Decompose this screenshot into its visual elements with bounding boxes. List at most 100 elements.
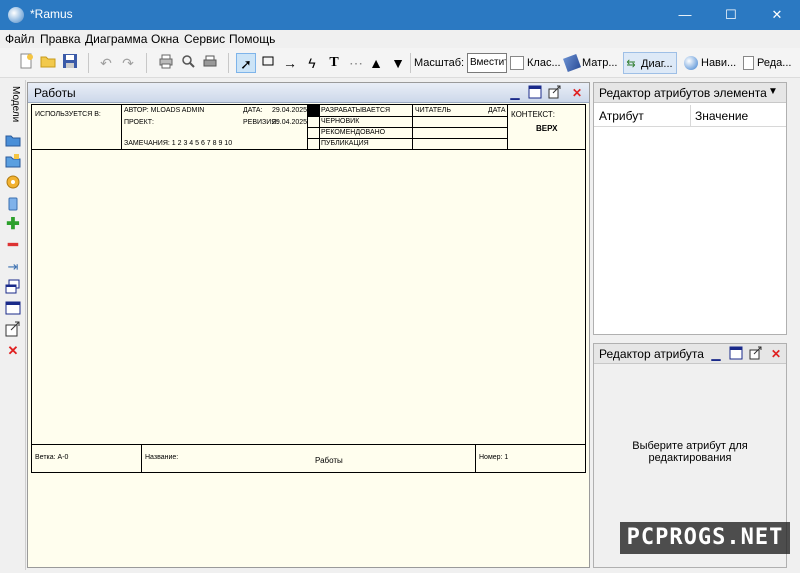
maximize-window-icon[interactable]	[4, 300, 22, 318]
close-icon[interactable]: ✕	[768, 346, 784, 362]
title-bar: *Ramus — ☐ ✕	[0, 0, 800, 30]
diagram-canvas[interactable]	[31, 149, 586, 445]
node-label: Ветка: А-0	[35, 454, 69, 461]
open-folder-icon[interactable]	[38, 53, 58, 73]
divider	[141, 444, 142, 473]
column-value[interactable]: Значение	[695, 109, 748, 123]
context-value: ВЕРХ	[536, 124, 558, 133]
add-icon[interactable]: ✚	[4, 216, 22, 234]
element-attributes-panel: Редактор атрибутов элемента ▼ Атрибут Зн…	[593, 82, 787, 335]
models-toolbar: Модели ✚ ━ ⇥ ✕	[0, 80, 26, 570]
pin-icon[interactable]: ⇥	[4, 258, 22, 276]
diagram-icon: ⇆	[626, 58, 636, 71]
class-icon	[510, 56, 524, 71]
used-in-label: ИСПОЛЬЗУЕТСЯ В:	[35, 111, 101, 118]
close-icon[interactable]: ✕	[569, 85, 585, 101]
tab-diagram[interactable]: ⇆ Диаг...	[623, 52, 677, 74]
menu-edit[interactable]: Правка	[40, 32, 81, 46]
maximize-button[interactable]: ☐	[708, 0, 754, 30]
off-page-reference-icon[interactable]: ⋯	[346, 53, 366, 73]
scale-select[interactable]: Вместить	[467, 53, 507, 73]
folder-model-icon[interactable]	[4, 153, 22, 171]
attributes-panel-header: Редактор атрибутов элемента ▼	[594, 83, 786, 103]
printer-setup-icon[interactable]	[200, 53, 220, 73]
save-icon[interactable]	[60, 53, 80, 73]
minimize-button[interactable]: —	[662, 0, 708, 30]
reader-date-label: ДАТА	[488, 107, 506, 114]
divider	[307, 116, 507, 117]
print-preview-icon[interactable]	[178, 53, 198, 73]
toolbar-separator	[410, 53, 411, 73]
new-file-icon[interactable]	[16, 53, 36, 73]
tab-editor[interactable]: Реда...	[743, 52, 791, 74]
menu-windows[interactable]: Окна	[151, 32, 179, 46]
undo-icon[interactable]: ↶	[96, 53, 116, 73]
attribute-editor-message: Выберите атрибут для редактирования	[632, 440, 748, 464]
divider	[307, 127, 507, 128]
scale-label: Масштаб:	[414, 57, 465, 69]
tab-classes[interactable]: Клас...	[510, 52, 561, 74]
matrix-icon	[563, 54, 581, 73]
status-publication: ПУБЛИКАЦИЯ	[321, 140, 369, 147]
text-tool-icon[interactable]: T	[324, 53, 344, 73]
arrow-tool-icon[interactable]: →	[280, 53, 300, 73]
number-label: Номер: 1	[479, 454, 509, 461]
status-draft: ЧЕРНОВИК	[321, 118, 360, 125]
menu-diagram[interactable]: Диаграмма	[85, 32, 147, 46]
date-value: 29.04.2025	[272, 107, 308, 114]
tab-matrix[interactable]: Матр...	[563, 52, 618, 74]
toolbar-separator	[228, 53, 229, 73]
open-model-icon[interactable]	[4, 132, 22, 150]
column-attribute[interactable]: Атрибут	[599, 109, 644, 123]
menu-help[interactable]: Помощь	[229, 32, 275, 46]
diagram-window-title: Работы	[34, 86, 76, 100]
diagram-window: Работы ▁ ✕ ИСПОЛЬЗУЕТСЯ В: АВТОР: MLOADS…	[27, 82, 590, 568]
toolbar-separator	[88, 53, 89, 73]
delete-model-icon[interactable]	[4, 195, 22, 213]
menu-file[interactable]: Файл	[5, 32, 35, 46]
cascade-windows-icon[interactable]	[4, 279, 22, 297]
maximize-icon[interactable]	[527, 85, 543, 101]
tab-navigator[interactable]: Нави...	[684, 52, 736, 74]
restore-icon[interactable]	[748, 346, 764, 362]
box-tool-icon[interactable]	[258, 53, 278, 73]
close-window-icon[interactable]: ✕	[4, 342, 22, 360]
maximize-icon[interactable]	[728, 346, 744, 362]
menu-service[interactable]: Сервис	[184, 32, 225, 46]
attributes-panel-title: Редактор атрибутов элемента	[599, 86, 767, 100]
go-up-icon[interactable]: ▲	[366, 53, 386, 73]
project-label: ПРОЕКТ:	[124, 119, 154, 126]
go-down-icon[interactable]: ▼	[388, 53, 408, 73]
redo-icon[interactable]: ↷	[118, 53, 138, 73]
properties-icon[interactable]	[4, 174, 22, 192]
pointer-tool-icon[interactable]: ➚	[236, 53, 256, 73]
tab-label: Реда...	[757, 57, 792, 69]
minimize-icon[interactable]: ▁	[708, 346, 724, 362]
restore-window-icon[interactable]	[4, 321, 22, 339]
author-label: АВТОР: MLOADS ADMIN	[124, 107, 205, 114]
column-divider[interactable]	[690, 105, 691, 127]
minimize-icon[interactable]: ▁	[507, 85, 523, 101]
close-button[interactable]: ✕	[754, 0, 800, 30]
status-marker	[307, 104, 319, 116]
remove-icon[interactable]: ━	[4, 237, 22, 255]
notes-label: ЗАМЕЧАНИЯ: 1 2 3 4 5 6 7 8 9 10	[124, 140, 233, 147]
menu-bar: Файл Правка Диаграмма Окна Сервис Помощь	[0, 30, 800, 48]
right-scrollbar[interactable]	[788, 82, 798, 568]
status-recommended: РЕКОМЕНДОВАНО	[321, 129, 386, 136]
tab-label: Нави...	[701, 57, 737, 69]
revision-value: 29.04.2025	[272, 119, 308, 126]
dropdown-arrow-icon[interactable]: ▼	[768, 86, 778, 97]
reader-label: ЧИТАТЕЛЬ	[415, 107, 451, 114]
document-icon	[743, 56, 754, 71]
name-label: Название:	[145, 454, 179, 461]
divider	[475, 444, 476, 473]
attribute-editor-title: Редактор атрибута	[599, 347, 704, 361]
navigator-icon	[684, 56, 698, 71]
name-value: Работы	[315, 456, 343, 465]
tab-label: Матр...	[582, 57, 618, 69]
squiggle-tool-icon[interactable]: ϟ	[302, 53, 322, 73]
attribute-editor-header: Редактор атрибута ▁ ✕	[594, 344, 786, 364]
print-icon[interactable]	[156, 53, 176, 73]
restore-icon[interactable]	[547, 85, 563, 101]
